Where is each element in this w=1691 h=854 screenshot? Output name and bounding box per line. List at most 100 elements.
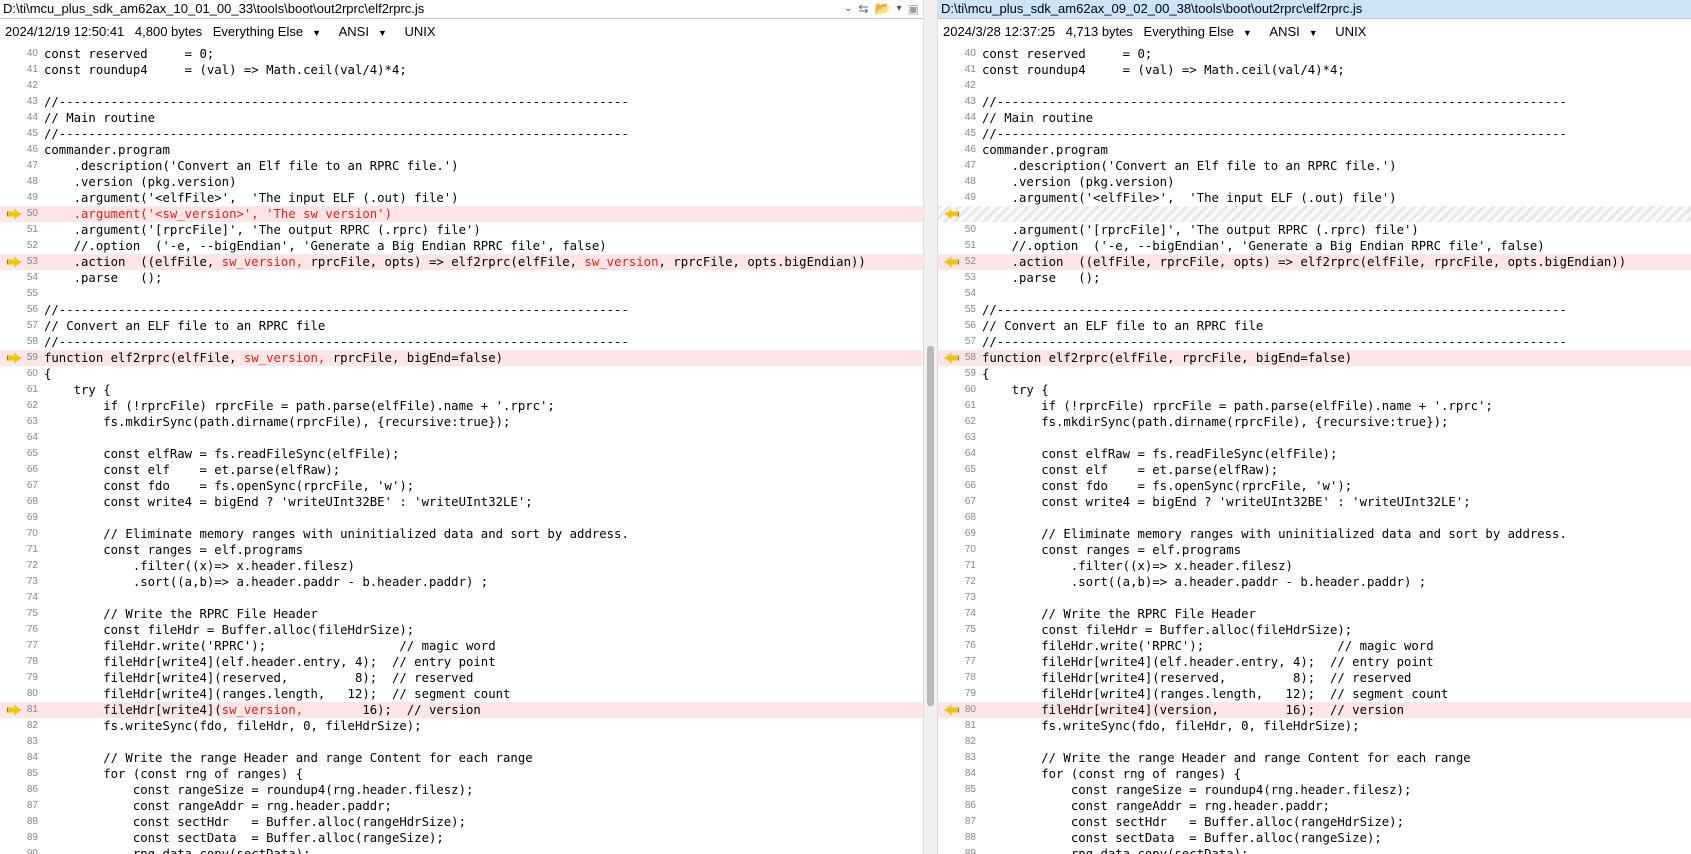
code-line[interactable]: 75 // Write the RPRC File Header — [0, 606, 923, 622]
code-line[interactable]: 72 .filter((x)=> x.header.filesz) — [0, 558, 923, 574]
code-line[interactable]: 86 const rangeSize = roundup4(rng.header… — [0, 782, 923, 798]
code-line[interactable]: 70 // Eliminate memory ranges with unini… — [0, 526, 923, 542]
code-line[interactable]: 60 try { — [938, 382, 1691, 398]
code-line[interactable]: 78 fileHdr[write4](reserved, 8); // rese… — [938, 670, 1691, 686]
code-line[interactable]: 90 rng.data.copy(sectData); — [0, 846, 923, 854]
code-line[interactable]: 87 const rangeAddr = rng.header.paddr; — [0, 798, 923, 814]
code-line[interactable]: 56 //------------------------------------… — [0, 302, 923, 318]
right-encoding-dropdown[interactable]: ANSI ▼ — [1269, 22, 1324, 43]
code-line[interactable]: 79 fileHdr[write4](reserved, 8); // rese… — [0, 670, 923, 686]
code-line[interactable]: 75 const fileHdr = Buffer.alloc(fileHdrS… — [938, 622, 1691, 638]
code-line[interactable]: 41 const roundup4 = (val) => Math.ceil(va… — [938, 62, 1691, 78]
diff-arrow-left-icon[interactable] — [945, 209, 959, 219]
code-line[interactable]: 54 .parse (); — [0, 270, 923, 286]
code-line[interactable]: 77 fileHdr[write4](elf.header.entry, 4);… — [938, 654, 1691, 670]
code-line[interactable]: 73 .sort((a,b)=> a.header.paddr - b.head… — [0, 574, 923, 590]
code-line[interactable]: 43 //------------------------------------… — [0, 94, 923, 110]
center-scrollbar[interactable] — [923, 0, 938, 854]
diff-arrow-right-icon[interactable] — [7, 705, 21, 715]
left-path-bar[interactable]: D:\ti\mcu_plus_sdk_am62ax_10_01_00_33\to… — [0, 0, 923, 19]
code-line[interactable]: 71 const ranges = elf.programs — [0, 542, 923, 558]
left-path-text[interactable]: D:\ti\mcu_plus_sdk_am62ax_10_01_00_33\to… — [3, 1, 424, 16]
code-line[interactable]: 70 const ranges = elf.programs — [938, 542, 1691, 558]
right-path-text[interactable]: D:\ti\mcu_plus_sdk_am62ax_09_02_00_38\to… — [941, 1, 1362, 16]
diff-line[interactable]: 50 .argument('<sw_version>', 'The sw ver… — [0, 206, 923, 222]
diff-line[interactable]: 53 .action ((elfFile, sw_version, rprcFi… — [0, 254, 923, 270]
code-line[interactable]: 51 .argument('[rprcFile]', 'The output R… — [0, 222, 923, 238]
code-line[interactable]: 40 const reserved = 0; — [938, 46, 1691, 62]
code-line[interactable]: 69 — [0, 510, 923, 526]
code-line[interactable]: 80 fileHdr[write4](ranges.length, 12); /… — [0, 686, 923, 702]
code-line[interactable]: 62 fs.mkdirSync(path.dirname(rprcFile), … — [938, 414, 1691, 430]
code-line[interactable]: 82 — [938, 734, 1691, 750]
diff-line[interactable]: 81 fileHdr[write4](sw_version, 16); // v… — [0, 702, 923, 718]
code-line[interactable]: 49 .argument('<elfFile>', 'The input ELF… — [938, 190, 1691, 206]
code-line[interactable]: 57 //------------------------------------… — [938, 334, 1691, 350]
diff-arrow-left-icon[interactable] — [945, 705, 959, 715]
code-line[interactable]: 42 — [938, 78, 1691, 94]
code-line[interactable]: 54 — [938, 286, 1691, 302]
code-line[interactable]: 67 const fdo = fs.openSync(rprcFile, 'w'… — [0, 478, 923, 494]
chevron-down-icon[interactable]: ⌄ — [844, 0, 852, 18]
code-line[interactable]: 74 // Write the RPRC File Header — [938, 606, 1691, 622]
code-line[interactable]: 69 // Eliminate memory ranges with unini… — [938, 526, 1691, 542]
caret-down-icon[interactable]: ▾ — [897, 0, 902, 18]
right-path-bar[interactable]: D:\ti\mcu_plus_sdk_am62ax_09_02_00_38\to… — [938, 0, 1691, 19]
diff-arrow-right-icon[interactable] — [7, 353, 21, 363]
code-line[interactable]: 61 try { — [0, 382, 923, 398]
code-line[interactable]: 76 fileHdr.write('RPRC'); // magic word — [938, 638, 1691, 654]
code-line[interactable]: 62 if (!rprcFile) rprcFile = path.parse(… — [0, 398, 923, 414]
code-line[interactable]: 55 //------------------------------------… — [938, 302, 1691, 318]
open-folder-icon[interactable]: 📂 — [874, 0, 890, 18]
code-line[interactable]: 53 .parse (); — [938, 270, 1691, 286]
code-line[interactable]: 78 fileHdr[write4](elf.header.entry, 4);… — [0, 654, 923, 670]
code-line[interactable]: 86 const rangeAddr = rng.header.paddr; — [938, 798, 1691, 814]
code-line[interactable]: 47 .description('Convert an Elf file to … — [0, 158, 923, 174]
code-line[interactable]: 88 const sectData = Buffer.alloc(rangeSi… — [938, 830, 1691, 846]
code-line[interactable]: 60 { — [0, 366, 923, 382]
right-code-view[interactable]: 40 const reserved = 0; 41 const roundup4 = … — [938, 46, 1691, 854]
code-line[interactable]: 66 const elf = et.parse(elfRaw); — [0, 462, 923, 478]
code-line[interactable]: 89 const sectData = Buffer.alloc(rangeSi… — [0, 830, 923, 846]
code-line[interactable]: 58 //------------------------------------… — [0, 334, 923, 350]
code-line[interactable]: 51 //.option ('-e, --bigEndian', 'Genera… — [938, 238, 1691, 254]
code-line[interactable]: 82 fs.writeSync(fdo, fileHdr, 0, fileHdr… — [0, 718, 923, 734]
code-line[interactable]: 48 .version (pkg.version) — [0, 174, 923, 190]
code-line[interactable]: 81 fs.writeSync(fdo, fileHdr, 0, fileHdr… — [938, 718, 1691, 734]
code-line[interactable]: 83 // Write the range Header and range C… — [938, 750, 1691, 766]
diff-arrow-right-icon[interactable] — [7, 257, 21, 267]
code-line[interactable]: 63 fs.mkdirSync(path.dirname(rprcFile), … — [0, 414, 923, 430]
code-line[interactable]: 59 { — [938, 366, 1691, 382]
code-line[interactable]: 77 fileHdr.write('RPRC'); // magic word — [0, 638, 923, 654]
code-line[interactable]: 83 — [0, 734, 923, 750]
code-line[interactable]: 88 const sectHdr = Buffer.alloc(rangeHdr… — [0, 814, 923, 830]
left-encoding-dropdown[interactable]: ANSI ▼ — [339, 22, 394, 43]
code-line[interactable]: 44 // Main routine — [0, 110, 923, 126]
code-line[interactable]: 45 //------------------------------------… — [0, 126, 923, 142]
code-line[interactable]: 87 const sectHdr = Buffer.alloc(rangeHdr… — [938, 814, 1691, 830]
code-line[interactable]: 46 commander.program — [0, 142, 923, 158]
code-line[interactable]: 57 // Convert an ELF file to an RPRC file — [0, 318, 923, 334]
code-line[interactable]: 50 .argument('[rprcFile]', 'The output R… — [938, 222, 1691, 238]
code-line[interactable]: 67 const write4 = bigEnd ? 'writeUInt32B… — [938, 494, 1691, 510]
right-format-dropdown[interactable]: Everything Else ▼ — [1144, 22, 1259, 43]
code-line[interactable]: 48 .version (pkg.version) — [938, 174, 1691, 190]
diff-arrow-left-icon[interactable] — [945, 257, 959, 267]
diff-arrow-right-icon[interactable] — [7, 209, 21, 219]
code-line[interactable]: 68 const write4 = bigEnd ? 'writeUInt32B… — [0, 494, 923, 510]
diff-arrow-left-icon[interactable] — [945, 353, 959, 363]
code-line[interactable]: 73 — [938, 590, 1691, 606]
swap-icon[interactable]: ⇆ — [858, 0, 868, 18]
code-line[interactable]: 44 // Main routine — [938, 110, 1691, 126]
left-format-dropdown[interactable]: Everything Else ▼ — [213, 22, 328, 43]
code-line[interactable]: 76 const fileHdr = Buffer.alloc(fileHdrS… — [0, 622, 923, 638]
code-line[interactable]: 43 //------------------------------------… — [938, 94, 1691, 110]
scrollbar-thumb[interactable] — [927, 346, 934, 706]
code-line[interactable]: 61 if (!rprcFile) rprcFile = path.parse(… — [938, 398, 1691, 414]
code-line[interactable]: 45 //------------------------------------… — [938, 126, 1691, 142]
code-line[interactable]: 64 — [0, 430, 923, 446]
code-line[interactable]: 63 — [938, 430, 1691, 446]
code-line[interactable]: 85 const rangeSize = roundup4(rng.header… — [938, 782, 1691, 798]
code-line[interactable]: 56 // Convert an ELF file to an RPRC file — [938, 318, 1691, 334]
code-line[interactable]: 71 .filter((x)=> x.header.filesz) — [938, 558, 1691, 574]
